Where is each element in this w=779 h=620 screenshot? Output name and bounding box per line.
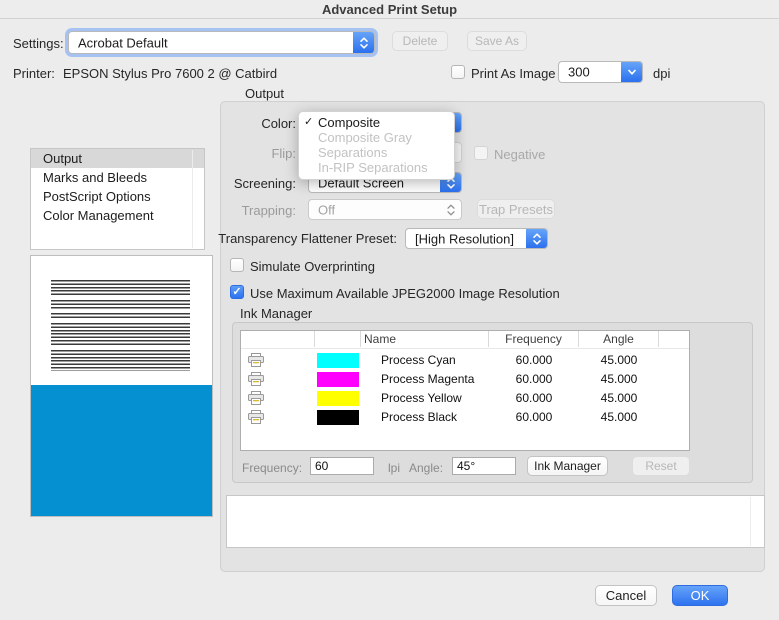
column-extra [659, 331, 690, 347]
screening-label: Screening: [233, 176, 296, 191]
settings-dropdown-value: Acrobat Default [78, 35, 168, 50]
menu-item-label: Composite [318, 115, 381, 130]
ink-name: Process Black [381, 410, 458, 424]
updown-chevron-icon [526, 229, 547, 248]
list-scrollbar-track [192, 150, 193, 248]
column-print-icon[interactable] [241, 331, 315, 347]
ink-manager-button[interactable]: Ink Manager [527, 456, 608, 476]
advanced-print-setup-dialog: Advanced Print Setup Settings: Acrobat D… [0, 0, 779, 620]
angle-label: Angle: [409, 461, 444, 475]
trapping-dropdown-value: Off [318, 202, 336, 217]
ink-row-cyan[interactable]: Process Cyan 60.000 45.000 [241, 351, 689, 370]
ink-frequency: 60.000 [515, 391, 553, 405]
dpi-unit-label: dpi [653, 66, 671, 81]
flattener-label: Transparency Flattener Preset: [218, 231, 397, 246]
menu-item-label: Separations [318, 145, 388, 160]
ink-frequency: 60.000 [515, 353, 553, 367]
ink-angle: 45.000 [600, 410, 638, 424]
frequency-label: Frequency: [242, 461, 303, 475]
ink-angle: 45.000 [600, 391, 638, 405]
settings-dropdown[interactable]: Acrobat Default [68, 31, 375, 54]
trapping-dropdown[interactable]: Off [308, 199, 462, 220]
ink-row-magenta[interactable]: Process Magenta 60.000 45.000 [241, 370, 689, 389]
sidebar-item-postscript-options[interactable]: PostScript Options [31, 187, 204, 206]
save-as-button[interactable]: Save As [467, 31, 527, 51]
dpi-combobox[interactable]: 300 [558, 61, 643, 83]
menu-item-label: Composite Gray [318, 130, 412, 145]
delete-button[interactable]: Delete [392, 31, 448, 51]
negative-checkbox[interactable] [474, 146, 488, 160]
menu-item-in-rip-separations[interactable]: In-RIP Separations [299, 160, 454, 175]
ink-name: Process Cyan [381, 353, 456, 367]
frequency-input[interactable] [310, 457, 374, 475]
printer-value: EPSON Stylus Pro 7600 2 @ Catbird [63, 66, 278, 81]
color-dropdown-menu: ✓ Composite Composite Gray Separations I… [298, 111, 455, 180]
print-as-image-checkbox[interactable] [451, 65, 465, 79]
reset-button[interactable]: Reset [632, 456, 690, 476]
column-frequency[interactable]: Frequency [489, 331, 579, 347]
output-section-title: Output [245, 86, 285, 101]
ok-button[interactable]: OK [672, 585, 728, 606]
menu-item-composite[interactable]: ✓ Composite [299, 115, 454, 130]
flattener-dropdown-value: [High Resolution] [415, 231, 514, 246]
flip-label: Flip: [271, 146, 296, 161]
category-list: Output Marks and Bleeds PostScript Optio… [30, 148, 205, 250]
dialog-title: Advanced Print Setup [321, 2, 458, 17]
sidebar-item-marks-and-bleeds[interactable]: Marks and Bleeds [31, 168, 204, 187]
ink-manager-section-title: Ink Manager [240, 306, 313, 321]
settings-label: Settings: [13, 36, 64, 51]
checkmark-icon: ✓ [232, 285, 242, 298]
ink-table-header: Name Frequency Angle [241, 331, 689, 349]
ink-angle: 45.000 [600, 372, 638, 386]
ink-frequency: 60.000 [515, 410, 553, 424]
trap-presets-button[interactable]: Trap Presets [477, 199, 555, 219]
simulate-overprinting-label: Simulate Overprinting [250, 259, 375, 274]
column-swatch[interactable] [315, 331, 361, 347]
printer-icon[interactable] [248, 410, 264, 429]
flattener-dropdown[interactable]: [High Resolution] [405, 228, 548, 249]
description-scrollbar-track [750, 497, 751, 546]
ink-color-swatch [317, 372, 359, 387]
preview-blue-image [31, 385, 212, 516]
ink-row-yellow[interactable]: Process Yellow 60.000 45.000 [241, 389, 689, 408]
lpi-label: lpi [388, 461, 401, 475]
negative-label: Negative [494, 147, 546, 162]
updown-chevron-icon [440, 200, 461, 219]
color-label: Color: [261, 116, 296, 131]
column-angle[interactable]: Angle [579, 331, 659, 347]
down-chevron-icon [621, 62, 642, 82]
menu-item-composite-gray[interactable]: Composite Gray [299, 130, 454, 145]
ink-color-swatch [317, 353, 359, 368]
trapping-label: Trapping: [241, 203, 296, 218]
checkmark-icon: ✓ [304, 116, 314, 128]
jpeg2000-label: Use Maximum Available JPEG2000 Image Res… [250, 286, 560, 301]
ink-angle: 45.000 [600, 353, 638, 367]
ink-frequency: 60.000 [515, 372, 553, 386]
ink-name: Process Magenta [381, 372, 475, 386]
ink-table: Name Frequency Angle Process Cyan 60.000… [240, 330, 690, 451]
ink-color-swatch [317, 410, 359, 425]
sidebar-item-color-management[interactable]: Color Management [31, 206, 204, 225]
print-as-image-label: Print As Image [471, 66, 556, 81]
cancel-button[interactable]: Cancel [595, 585, 657, 606]
column-name[interactable]: Name [361, 331, 489, 347]
preview-text-block [51, 280, 190, 374]
simulate-overprinting-checkbox[interactable] [230, 258, 244, 272]
menu-item-label: In-RIP Separations [318, 160, 428, 175]
updown-chevron-icon [353, 32, 374, 53]
printer-label: Printer: [13, 66, 55, 81]
angle-input[interactable] [452, 457, 516, 475]
title-bar: Advanced Print Setup [0, 0, 779, 19]
sidebar-item-output[interactable]: Output [31, 149, 204, 168]
menu-item-separations[interactable]: Separations [299, 145, 454, 160]
jpeg2000-checkbox[interactable]: ✓ [230, 285, 244, 299]
ink-row-black[interactable]: Process Black 60.000 45.000 [241, 408, 689, 427]
page-preview [30, 255, 213, 517]
description-box [226, 495, 765, 548]
ink-name: Process Yellow [381, 391, 462, 405]
ink-color-swatch [317, 391, 359, 406]
dpi-combobox-value: 300 [568, 64, 590, 80]
